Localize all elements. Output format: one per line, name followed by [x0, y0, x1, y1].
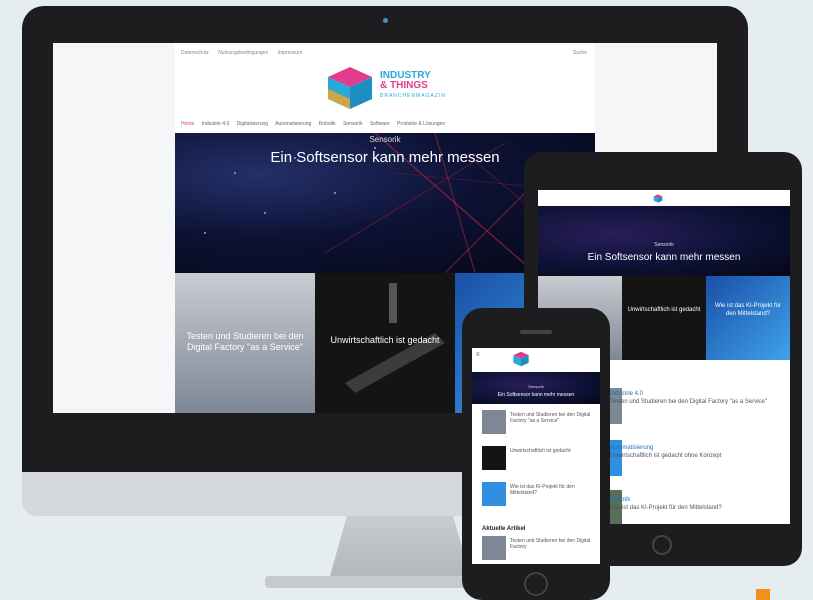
phone-home-button[interactable] [524, 572, 548, 596]
logo-wordmark[interactable]: INDUSTRY & THINGS BRANCHENMAGAZIN [380, 71, 446, 101]
tablet-list-item[interactable]: Automatisierung Unwirtschaftlich ist ged… [610, 444, 785, 460]
menu-icon[interactable]: ≡ [476, 352, 480, 358]
tablet-article-tile[interactable]: Wie ist das KI-Projekt für den Mittelsta… [706, 276, 790, 360]
logo-line-2: & THINGS [380, 80, 428, 91]
logo-cube-icon[interactable] [325, 65, 375, 111]
topnav-link[interactable]: Nutzungsbedingungen [218, 50, 268, 56]
desktop-main-nav: Home Industrie 4.0 Digitalisierung Autom… [181, 121, 451, 127]
nav-item[interactable]: Home [181, 121, 194, 127]
list-title: Wie ist das KI-Projekt für den Mittelsta… [510, 484, 575, 496]
list-category: Robotik [610, 497, 631, 503]
phone-hero-title[interactable]: Ein Softsensor kann mehr messen [472, 392, 600, 398]
monitor-stand [330, 516, 470, 576]
tile-title: Wie ist das KI-Projekt für den Mittelsta… [714, 303, 782, 317]
section-heading: Aktuelle Artikel [482, 526, 526, 532]
tile-title: Unwirtschaftlich ist gedacht [330, 335, 440, 345]
phone-logo-icon[interactable] [512, 351, 530, 367]
tablet-article-tile[interactable]: Unwirtschaftlich ist gedacht [622, 276, 706, 360]
search-link[interactable]: Suche [573, 50, 587, 56]
tablet-hero-category: Sensorik [654, 242, 674, 248]
list-title: Testen und Studieren bei den Digital Fac… [510, 412, 591, 424]
phone-screen: ≡ Sensorik Ein Softsensor kann mehr mess… [472, 348, 600, 564]
list-title: Wie ist das KI-Projekt für den Mittelsta… [610, 505, 722, 511]
nav-item[interactable]: Produkte & Lösungen [397, 121, 445, 127]
phone-speaker [520, 330, 552, 334]
nav-item[interactable]: Digitalisierung [237, 121, 268, 127]
tile-title: Unwirtschaftlich ist gedacht [627, 307, 701, 313]
phone-list-item[interactable]: Wie ist das KI-Projekt für den Mittelsta… [482, 482, 596, 510]
tablet-hero-title[interactable]: Ein Softsensor kann mehr messen [538, 252, 790, 263]
list-thumbnail [482, 446, 506, 470]
list-title: Unwirtschaftlich ist gedacht [510, 448, 571, 454]
logo-line-3: BRANCHENMAGAZIN [380, 93, 446, 99]
list-thumbnail [482, 410, 506, 434]
tablet-logo-icon[interactable] [653, 194, 663, 203]
tile-title: Testen und Studieren bei den Digital Fac… [186, 331, 304, 352]
article-tile[interactable]: Testen und Studieren bei den Digital Fac… [175, 273, 315, 413]
list-category: Industrie 4.0 [610, 391, 644, 397]
list-title: Testen und Studieren bei den Digital Fac… [510, 538, 591, 550]
list-category: Automatisierung [610, 445, 654, 451]
nav-item[interactable]: Industrie 4.0 [202, 121, 230, 127]
phone-hero-category: Sensorik [528, 384, 544, 389]
nav-item[interactable]: Robotik [319, 121, 336, 127]
phone-list-item[interactable]: Testen und Studieren bei den Digital Fac… [482, 536, 596, 564]
tablet-list-item[interactable]: Industrie 4.0 Testen und Studieren bei d… [610, 390, 785, 406]
article-tile[interactable]: Unwirtschaftlich ist gedacht [315, 273, 455, 413]
tablet-home-button[interactable] [652, 535, 672, 555]
phone-list-item[interactable]: Unwirtschaftlich ist gedacht [482, 446, 596, 474]
list-title: Unwirtschaftlich ist gedacht ohne Konzep… [610, 453, 722, 459]
phone-list-item[interactable]: Testen und Studieren bei den Digital Fac… [482, 410, 596, 438]
list-title: Testen und Studieren bei den Digital Fac… [610, 399, 768, 405]
tablet-hero[interactable] [538, 206, 790, 276]
nav-item[interactable]: Automatisierung [275, 121, 311, 127]
nav-item[interactable]: Software [370, 121, 390, 127]
list-thumbnail [482, 536, 506, 560]
phone-device: ≡ Sensorik Ein Softsensor kann mehr mess… [462, 308, 610, 600]
tablet-list-item[interactable]: Robotik Wie ist das KI-Projekt für den M… [610, 496, 785, 512]
topnav-link[interactable]: Impressum [278, 50, 303, 56]
hero-category: Sensorik [369, 135, 401, 144]
topnav-link[interactable]: Datenschutz [181, 50, 209, 56]
monitor-camera [383, 18, 388, 23]
nav-item[interactable]: Sensorik [343, 121, 362, 127]
list-thumbnail [482, 482, 506, 506]
desktop-top-nav: Datenschutz Nutzungsbedingungen Impressu… [181, 50, 310, 56]
corner-badge [756, 589, 770, 600]
